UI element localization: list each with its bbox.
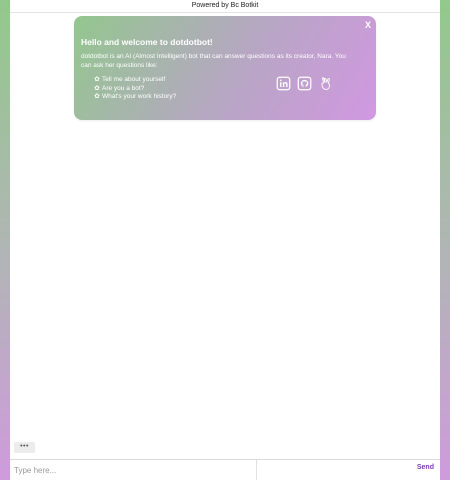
suggested-question-2[interactable]: ✿ Are you a bot?: [94, 85, 176, 94]
typing-indicator: •••: [14, 442, 35, 453]
github-icon[interactable]: [297, 76, 312, 91]
welcome-description: dotdotbot is an AI (Almost Intelligent) …: [81, 53, 346, 69]
bullet-icon: ✿: [94, 93, 100, 100]
welcome-title: Hello and welcome to dotdotbot!: [81, 37, 213, 47]
suggested-questions: ✿ Tell me about yourself ✿ Are you a bot? …: [94, 76, 176, 102]
suggested-question-label: Are you a bot?: [102, 84, 145, 92]
chat-window: Powered by Bc Botkit X Hello and welcome…: [10, 0, 440, 480]
social-links: [276, 76, 333, 91]
welcome-card: X Hello and welcome to dotdotbot! dotdot…: [74, 16, 376, 120]
bullet-icon: ✿: [94, 76, 100, 83]
send-button[interactable]: Send: [417, 464, 434, 471]
close-button[interactable]: X: [365, 20, 371, 30]
bullet-icon: ✿: [94, 84, 100, 92]
composer-divider: [256, 460, 257, 480]
message-input[interactable]: [14, 463, 254, 477]
suggested-question-label: Tell me about yourself: [102, 76, 166, 83]
angellist-icon[interactable]: [318, 76, 333, 91]
message-composer: Send: [10, 459, 440, 480]
suggested-question-label: What's your work history?: [102, 93, 177, 100]
suggested-question-3[interactable]: ✿ What's your work history?: [94, 93, 176, 102]
powered-by-banner: Powered by Bc Botkit: [10, 0, 440, 13]
linkedin-icon[interactable]: [276, 76, 291, 91]
suggested-question-1[interactable]: ✿ Tell me about yourself: [94, 76, 176, 85]
